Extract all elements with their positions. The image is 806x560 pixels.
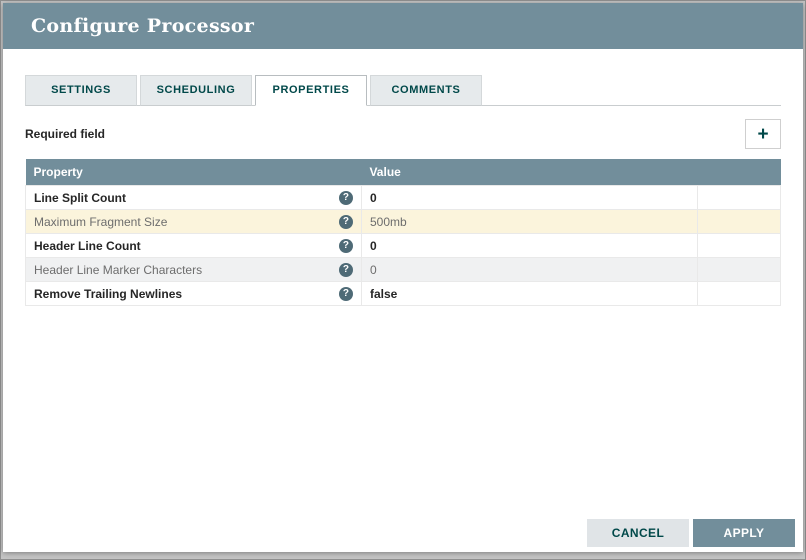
property-name-cell: Line Split Count ? [25, 185, 362, 210]
property-extra-cell [696, 185, 782, 210]
property-row: Header Line Marker Characters ? 0 [25, 257, 782, 282]
tab-scheduling-label: SCHEDULING [156, 84, 236, 96]
tab-comments[interactable]: COMMENTS [370, 75, 482, 106]
property-extra-cell [696, 209, 782, 234]
column-header-value: Value [361, 159, 698, 186]
property-name: Line Split Count [34, 190, 126, 205]
property-name: Remove Trailing Newlines [34, 286, 183, 301]
property-name-cell: Header Line Count ? [25, 233, 362, 258]
window-frame: Configure Processor SETTINGS SCHEDULING … [0, 0, 806, 560]
cancel-button[interactable]: CANCEL [587, 519, 689, 547]
plus-icon: + [757, 123, 769, 145]
property-value-cell[interactable]: 0 [360, 185, 698, 210]
column-header-extra [697, 159, 781, 186]
property-row: Remove Trailing Newlines ? false [25, 281, 782, 306]
property-name-cell: Header Line Marker Characters ? [25, 257, 362, 282]
required-field-label: Required field [25, 127, 106, 141]
add-property-button[interactable]: + [745, 119, 781, 149]
property-name: Header Line Marker Characters [34, 262, 203, 277]
help-icon[interactable]: ? [338, 190, 353, 205]
tab-comments-label: COMMENTS [391, 84, 461, 96]
property-name: Header Line Count [34, 238, 141, 253]
property-row: Header Line Count ? 0 [25, 233, 782, 258]
property-row: Line Split Count ? 0 [25, 185, 782, 210]
property-value-cell[interactable]: false [360, 281, 698, 306]
properties-table: Property Value Line Split Count ? 0 Maxi… [25, 159, 782, 306]
dialog-title: Configure Processor [31, 15, 255, 37]
help-icon[interactable]: ? [338, 214, 353, 229]
apply-button[interactable]: APPLY [693, 519, 795, 547]
property-value-cell[interactable]: 0 [360, 233, 698, 258]
property-extra-cell [696, 257, 782, 282]
property-extra-cell [696, 233, 782, 258]
tab-settings-label: SETTINGS [51, 84, 111, 96]
dialog-header: Configure Processor [3, 3, 803, 49]
property-name: Maximum Fragment Size [34, 214, 168, 229]
tab-properties-label: PROPERTIES [272, 84, 350, 96]
property-extra-cell [696, 281, 782, 306]
property-name-cell: Remove Trailing Newlines ? [25, 281, 362, 306]
property-value-cell[interactable]: 500mb [360, 209, 698, 234]
dialog-footer: CANCEL APPLY [587, 519, 795, 547]
column-header-property: Property [25, 159, 362, 186]
dialog-body: SETTINGS SCHEDULING PROPERTIES COMMENTS … [3, 75, 803, 306]
tab-bar: SETTINGS SCHEDULING PROPERTIES COMMENTS [25, 75, 781, 106]
tab-properties[interactable]: PROPERTIES [255, 75, 367, 106]
tab-settings[interactable]: SETTINGS [25, 75, 137, 106]
help-icon[interactable]: ? [338, 286, 353, 301]
property-value-cell[interactable]: 0 [360, 257, 698, 282]
properties-toolbar: Required field + [25, 119, 781, 149]
configure-processor-dialog: Configure Processor SETTINGS SCHEDULING … [3, 3, 803, 552]
help-icon[interactable]: ? [338, 262, 353, 277]
properties-table-header: Property Value [25, 159, 781, 186]
help-icon[interactable]: ? [338, 238, 353, 253]
tab-scheduling[interactable]: SCHEDULING [140, 75, 252, 106]
property-name-cell: Maximum Fragment Size ? [25, 209, 362, 234]
property-row: Maximum Fragment Size ? 500mb [25, 209, 782, 234]
